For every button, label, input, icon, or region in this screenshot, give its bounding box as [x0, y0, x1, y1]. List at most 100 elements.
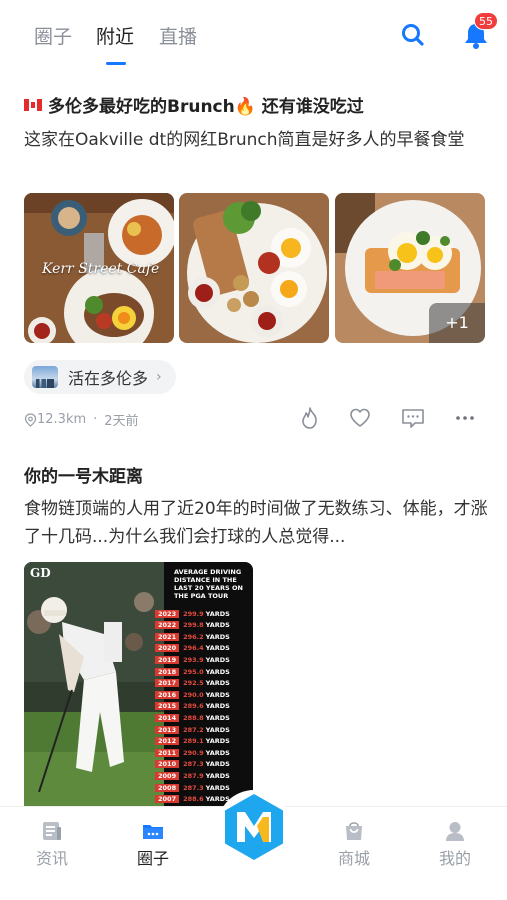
news-icon: [40, 819, 64, 843]
yardage-value: 287.3: [183, 783, 204, 792]
yardage-row: 2011 290.9 YARDS: [155, 747, 230, 758]
yardage-row: 2009 287.9 YARDS: [155, 770, 230, 781]
yardage-value: 289.6: [183, 702, 204, 711]
circle-tag[interactable]: 活在多伦多 ›: [24, 360, 176, 394]
yardage-year: 2012: [155, 737, 180, 746]
yardage-row: 2019 293.9 YARDS: [155, 654, 230, 665]
location-pin-icon: [24, 412, 37, 427]
yardage-value: 296.4: [183, 644, 204, 653]
post-photo-3[interactable]: +1: [335, 193, 485, 343]
golfer-photo: [24, 562, 164, 806]
comment-icon[interactable]: [400, 405, 426, 431]
more-photos-count[interactable]: +1: [429, 303, 485, 343]
distance: 12.3km: [37, 412, 87, 427]
circle-thumbnail: [32, 366, 58, 388]
person-icon: [443, 819, 467, 843]
circle-name: 活在多伦多: [68, 369, 149, 388]
yardage-unit: YARDS: [205, 632, 230, 641]
search-icon[interactable]: [400, 22, 426, 48]
yardage-value: 299.8: [183, 621, 204, 630]
yardage-row: 2012 289.1 YARDS: [155, 736, 230, 747]
yardage-unit: YARDS: [205, 609, 230, 618]
yardage-row: 2016 290.0 YARDS: [155, 689, 230, 700]
yardage-row: 2022 299.8 YARDS: [155, 620, 230, 631]
more-options-icon[interactable]: [452, 405, 478, 431]
yardage-row: 2020 296.4 YARDS: [155, 643, 230, 654]
yardage-unit: YARDS: [205, 644, 230, 653]
nav-news[interactable]: 资讯: [12, 807, 92, 869]
nav-label: 我的: [438, 849, 471, 868]
yardage-unit: YARDS: [205, 771, 230, 780]
home-logo-button[interactable]: [217, 790, 291, 864]
yardage-year: 2009: [155, 771, 180, 780]
circle-folder-icon: [141, 819, 165, 843]
post-body[interactable]: 食物链顶端的人用了近20年的时间做了无数练习、体能，才涨了十几码...为什么我们…: [24, 495, 494, 551]
yardage-row: 2018 295.0 YARDS: [155, 666, 230, 677]
yardage-value: 295.0: [183, 667, 204, 676]
tab-circle[interactable]: 圈子: [34, 22, 72, 49]
nav-me[interactable]: 我的: [415, 807, 495, 869]
nav-label: 圈子: [136, 849, 169, 868]
yardage-year: 2015: [155, 702, 180, 711]
yardage-row: 2010 287.3 YARDS: [155, 759, 230, 770]
post-meta: 12.3km · 2天前: [24, 410, 139, 429]
yardage-year: 2020: [155, 644, 180, 653]
heart-icon[interactable]: [347, 405, 373, 431]
yardage-value: 287.3: [183, 760, 204, 769]
yardage-unit: YARDS: [205, 713, 230, 722]
yardage-value: 292.5: [183, 679, 204, 688]
yardage-row: 2013 287.2 YARDS: [155, 724, 230, 735]
yardage-unit: YARDS: [205, 679, 230, 688]
canada-flag-icon: [24, 99, 42, 111]
yardage-value: 296.2: [183, 632, 204, 641]
yardage-year: 2018: [155, 667, 180, 676]
post-photo-1[interactable]: Kerr Street Cafe: [24, 193, 174, 343]
post-time: 2天前: [104, 414, 139, 429]
post-image-golf[interactable]: GD AVERAGE DRIVING DISTANCE IN THE LAST …: [24, 562, 253, 806]
yardage-unit: YARDS: [205, 667, 230, 676]
yardage-year: 2019: [155, 655, 180, 664]
yardage-year: 2022: [155, 621, 180, 630]
post-title[interactable]: 你的一号木距离: [24, 462, 143, 487]
yardage-value: 287.9: [183, 771, 204, 780]
nav-circle[interactable]: 圈子: [113, 807, 193, 869]
yardage-unit: YARDS: [205, 725, 230, 734]
yardage-year: 2021: [155, 632, 180, 641]
yardage-value: 290.0: [183, 690, 204, 699]
active-tab-indicator: [106, 62, 126, 65]
fire-icon[interactable]: [297, 405, 323, 431]
post-photo-2[interactable]: [179, 193, 329, 343]
shopping-bag-icon: [342, 819, 366, 843]
yardage-unit: YARDS: [205, 690, 230, 699]
yardage-year: 2010: [155, 760, 180, 769]
yardage-year: 2014: [155, 713, 180, 722]
yardage-year: 2016: [155, 690, 180, 699]
yardage-year: 2023: [155, 609, 180, 618]
nav-label: 商城: [337, 849, 370, 868]
notification-badge: 55: [474, 12, 498, 30]
chevron-right-icon: ›: [156, 369, 162, 385]
nav-mall[interactable]: 商城: [314, 807, 394, 869]
yardage-year: 2013: [155, 725, 180, 734]
yardage-unit: YARDS: [205, 760, 230, 769]
yardage-unit: YARDS: [205, 621, 230, 630]
post-title[interactable]: 多伦多最好吃的Brunch🔥 还有谁没吃过: [24, 92, 364, 117]
tab-nearby[interactable]: 附近: [96, 22, 134, 49]
top-bar: 圈子 附近 直播 55: [0, 0, 507, 70]
tab-live[interactable]: 直播: [159, 22, 197, 49]
yardage-unit: YARDS: [205, 655, 230, 664]
yardage-year: 2008: [155, 783, 180, 792]
nav-label: 资讯: [35, 849, 68, 868]
yardage-value: 287.2: [183, 725, 204, 734]
yardage-row: 2017 292.5 YARDS: [155, 678, 230, 689]
yardage-unit: YARDS: [205, 702, 230, 711]
yardage-row: 2023 299.9 YARDS: [155, 608, 230, 619]
yardage-year: 2011: [155, 748, 180, 757]
photo-watermark: Kerr Street Cafe: [42, 261, 160, 277]
yardage-value: 299.9: [183, 609, 204, 618]
image-heading: AVERAGE DRIVING DISTANCE IN THE LAST 20 …: [174, 568, 243, 600]
yardage-year: 2007: [155, 795, 180, 804]
post-body[interactable]: 这家在Oakville dt的网红Brunch简直是好多人的早餐食堂: [24, 126, 494, 154]
yardage-row: 2014 288.8 YARDS: [155, 712, 230, 723]
yardage-value: 293.9: [183, 655, 204, 664]
